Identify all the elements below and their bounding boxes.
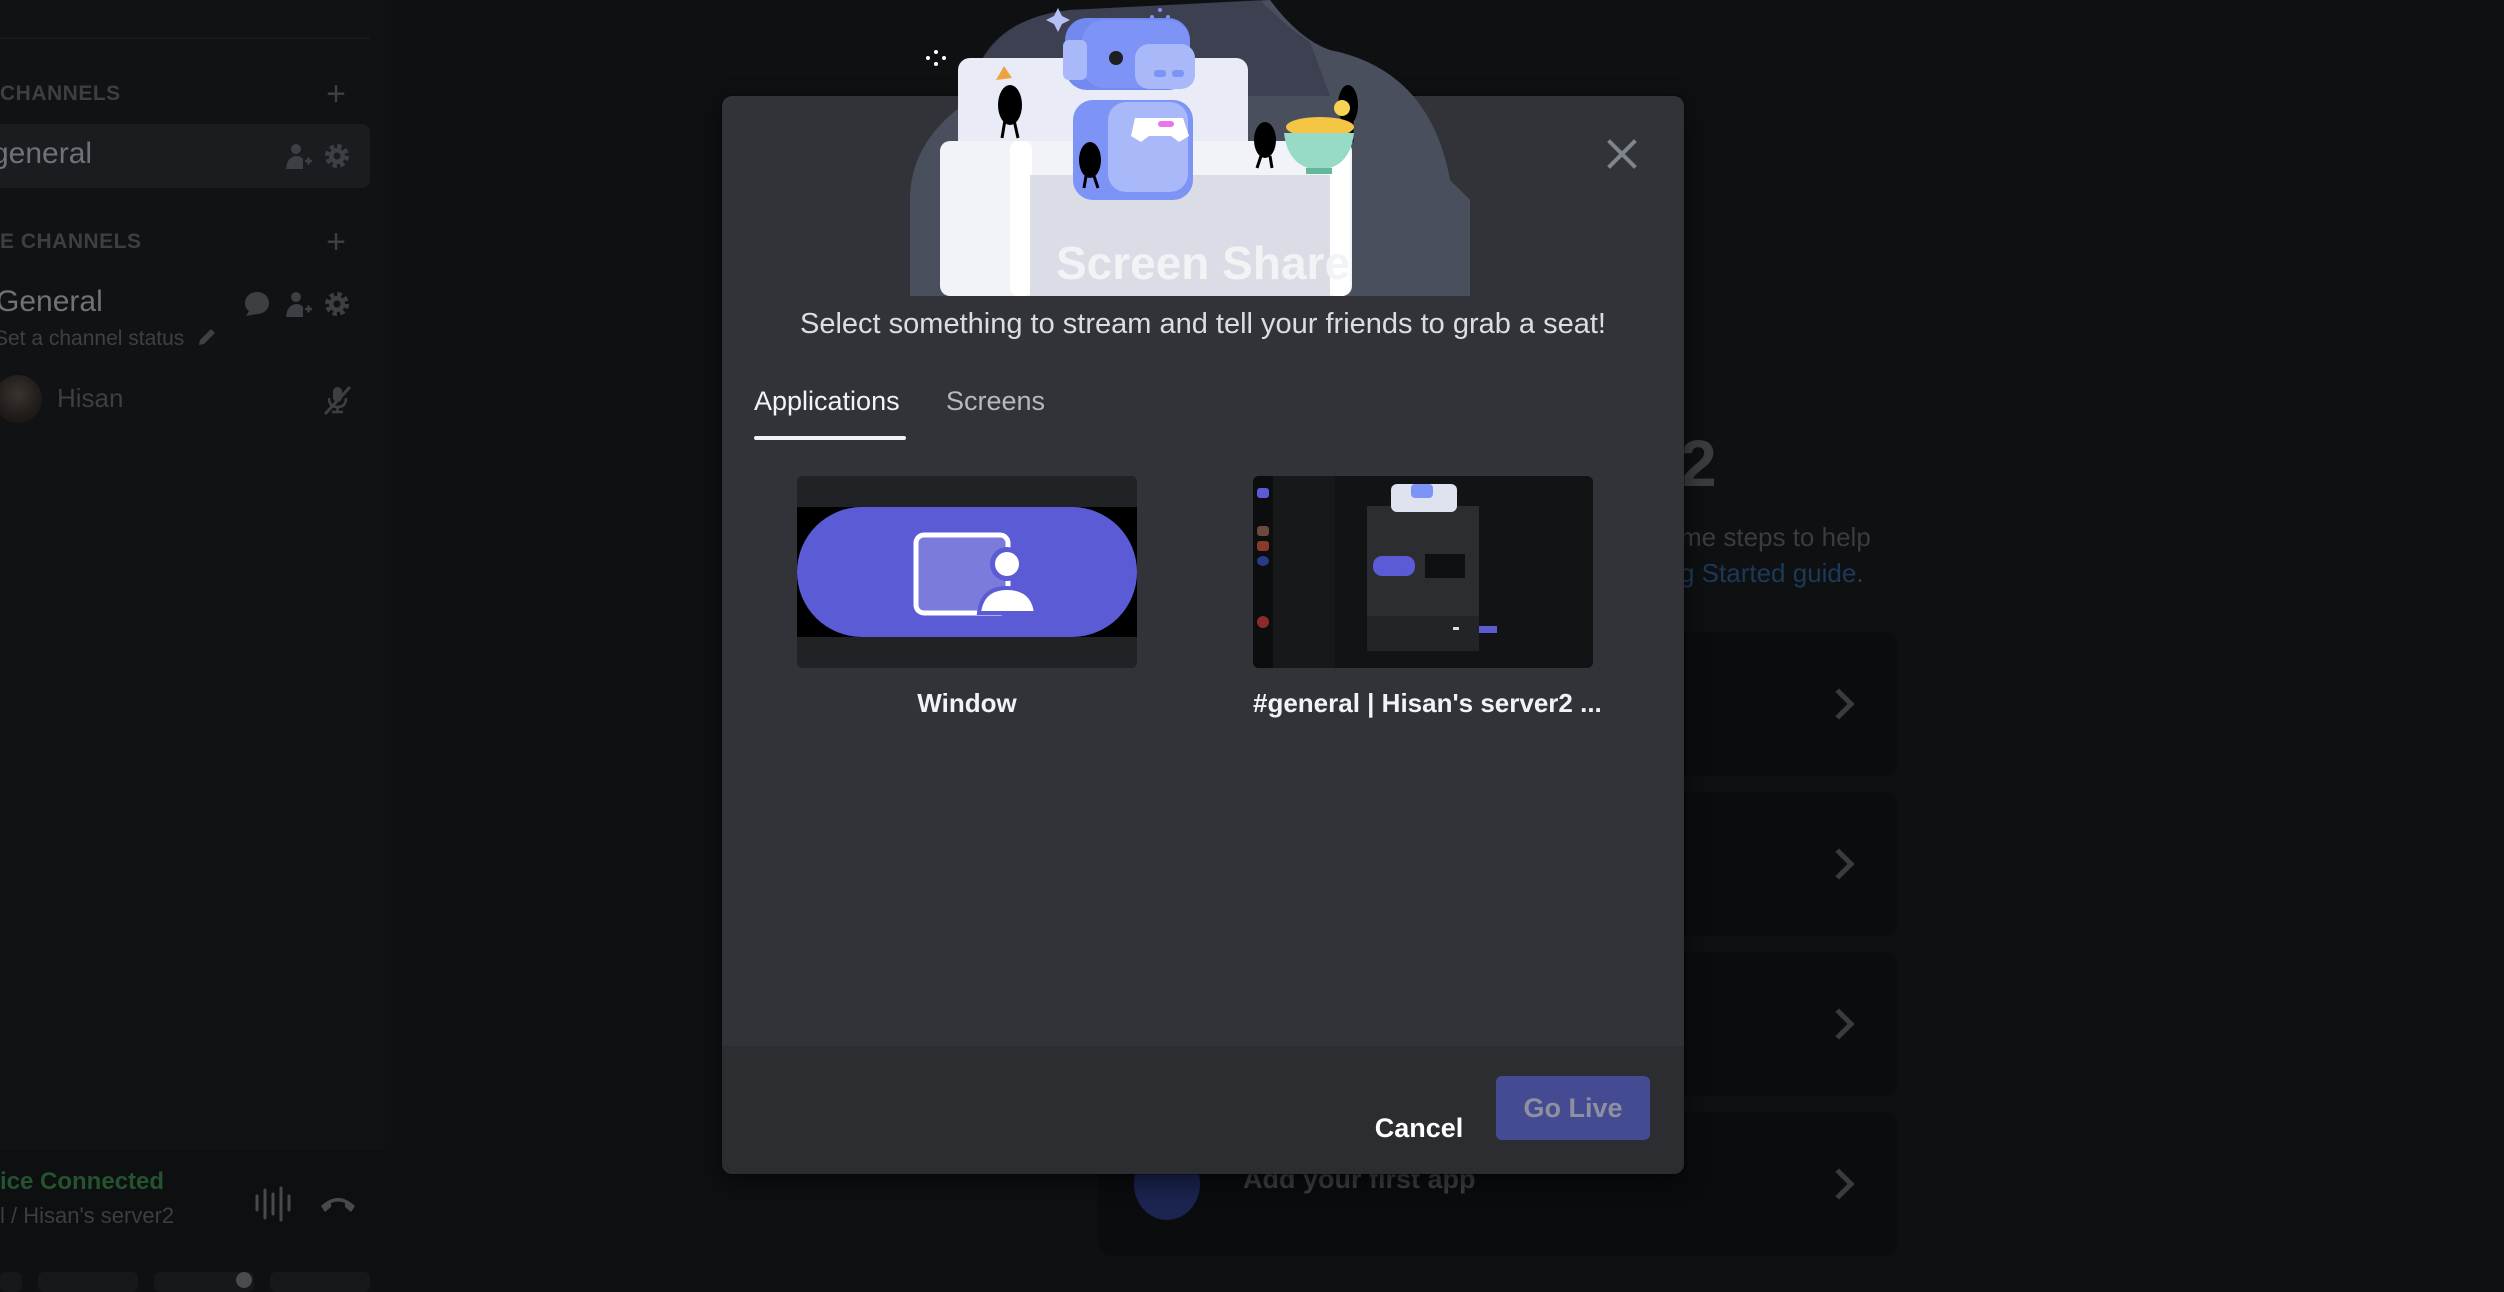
channel-item-general[interactable]: general xyxy=(0,124,370,188)
channel-name: general xyxy=(0,137,92,171)
source-tile-window[interactable]: Window xyxy=(797,476,1137,719)
hang-up-icon[interactable] xyxy=(318,1188,358,1218)
voice-channel-name: General xyxy=(0,285,103,319)
screen-share-modal: Screen Share Select something to stream … xyxy=(722,96,1684,1174)
text-channels-category[interactable]: CHANNELS xyxy=(0,82,121,106)
tab-applications[interactable]: Applications xyxy=(754,386,900,417)
welcome-heading: 2 xyxy=(1680,425,1717,501)
welcome-text: me steps to help xyxy=(1680,522,1871,553)
modal-subtitle: Select something to stream and tell your… xyxy=(722,308,1684,341)
gear-icon[interactable] xyxy=(322,141,352,171)
voice-control-button[interactable] xyxy=(270,1272,370,1292)
add-voice-channel-plus-icon[interactable]: + xyxy=(323,230,349,256)
voice-control-button[interactable] xyxy=(0,1272,22,1292)
chat-bubble-icon[interactable] xyxy=(242,289,272,319)
tab-screens[interactable]: Screens xyxy=(946,386,1045,417)
cancel-button[interactable]: Cancel xyxy=(1354,1096,1484,1160)
chevron-right-icon xyxy=(1823,1008,1854,1039)
person-add-icon[interactable] xyxy=(283,141,313,171)
screen-share-window-icon xyxy=(797,476,1137,668)
chevron-right-icon xyxy=(1823,688,1854,719)
voice-connection-panel: ice Connected l / Hisan's server2 xyxy=(0,1150,385,1264)
modal-title: Screen Share xyxy=(722,236,1684,290)
channel-status-text: Set a channel status xyxy=(0,327,184,350)
source-thumbnail xyxy=(797,476,1137,668)
source-label: Window xyxy=(797,688,1137,719)
chevron-right-icon xyxy=(1823,848,1854,879)
voice-location[interactable]: l / Hisan's server2 xyxy=(0,1203,174,1229)
pencil-icon xyxy=(196,326,218,348)
person-add-icon[interactable] xyxy=(283,289,313,319)
source-label: #general | Hisan's server2 ... xyxy=(1253,688,1593,719)
getting-started-link-line: g Started guide. xyxy=(1680,558,1864,589)
close-icon[interactable] xyxy=(1602,134,1642,174)
link-suffix: . xyxy=(1856,558,1863,588)
voice-channels-category[interactable]: E CHANNELS xyxy=(0,230,142,254)
waveform-icon[interactable] xyxy=(254,1186,294,1222)
add-text-channel-plus-icon[interactable]: + xyxy=(323,82,349,108)
slider-handle[interactable] xyxy=(236,1272,252,1288)
discord-window-preview xyxy=(1253,476,1593,668)
member-name: Hisan xyxy=(57,383,123,414)
getting-started-link[interactable]: g Started guide xyxy=(1680,558,1856,588)
avatar xyxy=(0,375,42,423)
voice-member-hisan[interactable]: Hisan xyxy=(0,375,370,425)
sidebar-divider xyxy=(0,37,370,39)
channel-sidebar: CHANNELS + general E CHANNELS + General xyxy=(0,0,385,1264)
active-tab-indicator xyxy=(754,436,906,440)
channel-status-placeholder[interactable]: Set a channel status xyxy=(0,326,218,351)
source-tile-discord-window[interactable]: #general | Hisan's server2 ... xyxy=(1253,476,1593,719)
voice-connected-status[interactable]: ice Connected xyxy=(0,1168,164,1196)
source-thumbnail xyxy=(1253,476,1593,668)
mic-off-icon xyxy=(320,383,354,417)
discord-app: CHANNELS + general E CHANNELS + General xyxy=(0,0,2504,1264)
voice-control-button[interactable] xyxy=(38,1272,138,1292)
chevron-right-icon xyxy=(1823,1168,1854,1199)
gear-icon[interactable] xyxy=(322,289,352,319)
go-live-button[interactable]: Go Live xyxy=(1496,1076,1650,1140)
